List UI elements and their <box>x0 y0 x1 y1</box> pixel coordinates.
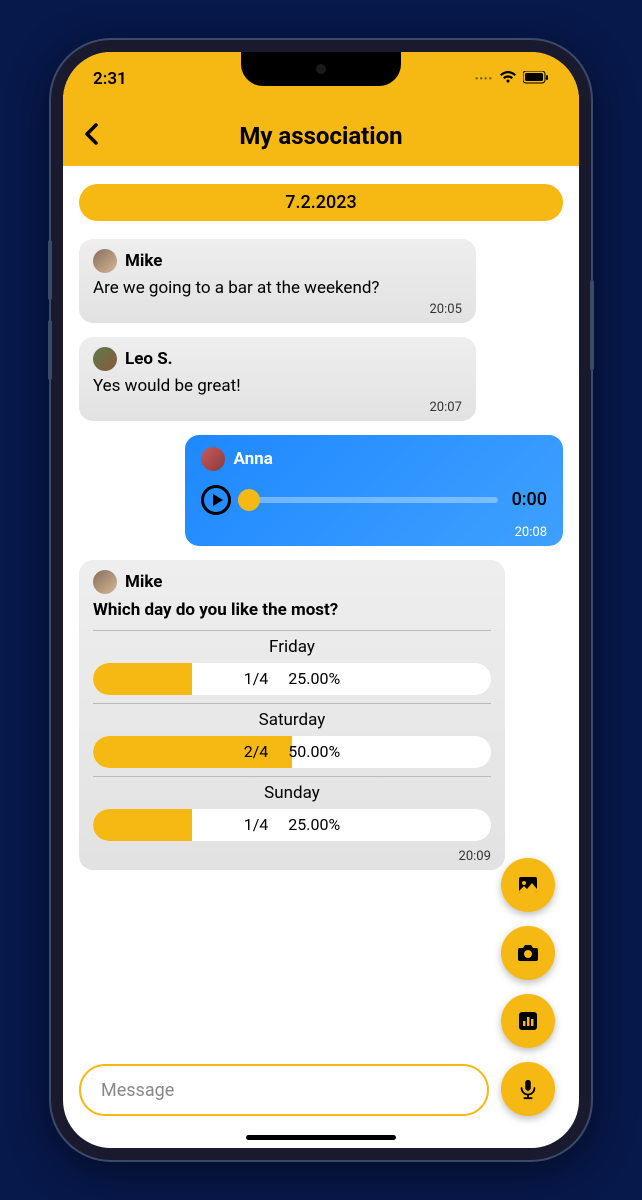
avatar[interactable] <box>93 249 117 273</box>
image-icon <box>516 873 540 897</box>
poll-option-bar[interactable]: 2/4 50.00% <box>93 736 491 768</box>
message-time: 20:09 <box>93 849 491 864</box>
poll-message-bubble: Mike Which day do you like the most? Fri… <box>79 560 505 870</box>
message-bubble: Mike Are we going to a bar at the weeken… <box>79 239 476 323</box>
poll-percent: 25.00% <box>288 669 340 688</box>
play-button[interactable] <box>201 485 231 515</box>
message-placeholder: Message <box>101 1080 174 1101</box>
poll-option-bar[interactable]: 1/4 25.00% <box>93 663 491 695</box>
microphone-icon <box>517 1078 539 1100</box>
poll-option-bar[interactable]: 1/4 25.00% <box>93 809 491 841</box>
poll-question: Which day do you like the most? <box>93 600 491 620</box>
message-time: 20:05 <box>93 302 462 317</box>
message-input[interactable]: Message <box>79 1064 489 1116</box>
avatar[interactable] <box>201 447 225 471</box>
gallery-button[interactable] <box>501 858 555 912</box>
message-time: 20:07 <box>93 400 462 415</box>
cellular-dots-icon: •••• <box>475 74 493 85</box>
battery-icon <box>523 69 549 89</box>
poll-percent: 50.00% <box>288 742 340 761</box>
voice-record-button[interactable] <box>501 1062 555 1116</box>
sender-name: Mike <box>125 251 162 271</box>
avatar[interactable] <box>93 347 117 371</box>
audio-slider[interactable] <box>245 497 497 503</box>
sender-name: Leo S. <box>125 349 173 369</box>
poll-button[interactable] <box>501 994 555 1048</box>
audio-duration: 0:00 <box>512 489 547 510</box>
poll-count: 1/4 <box>244 669 269 688</box>
poll-count: 1/4 <box>244 815 269 834</box>
chat-title: My association <box>239 122 402 150</box>
poll-option-label: Sunday <box>93 783 491 803</box>
voice-message-bubble: Anna 0:00 20:08 <box>185 435 563 546</box>
sender-name: Anna <box>233 449 272 469</box>
slider-thumb[interactable] <box>238 489 260 511</box>
message-bubble: Leo S. Yes would be great! 20:07 <box>79 337 476 421</box>
avatar[interactable] <box>93 570 117 594</box>
home-indicator[interactable] <box>246 1135 396 1140</box>
poll-count: 2/4 <box>244 742 269 761</box>
status-time: 2:31 <box>93 69 127 89</box>
sender-name: Mike <box>125 572 162 592</box>
camera-icon <box>516 941 540 965</box>
poll-percent: 25.00% <box>288 815 340 834</box>
message-time: 20:08 <box>201 525 547 540</box>
poll-option-label: Saturday <box>93 710 491 730</box>
wifi-icon <box>499 69 517 89</box>
bar-chart-icon <box>516 1009 540 1033</box>
poll-option-label: Friday <box>93 637 491 657</box>
back-button[interactable] <box>83 120 99 153</box>
date-separator: 7.2.2023 <box>79 184 563 221</box>
camera-button[interactable] <box>501 926 555 980</box>
chat-header: My association <box>63 106 579 166</box>
message-text: Yes would be great! <box>93 375 462 398</box>
message-text: Are we going to a bar at the weekend? <box>93 277 462 300</box>
